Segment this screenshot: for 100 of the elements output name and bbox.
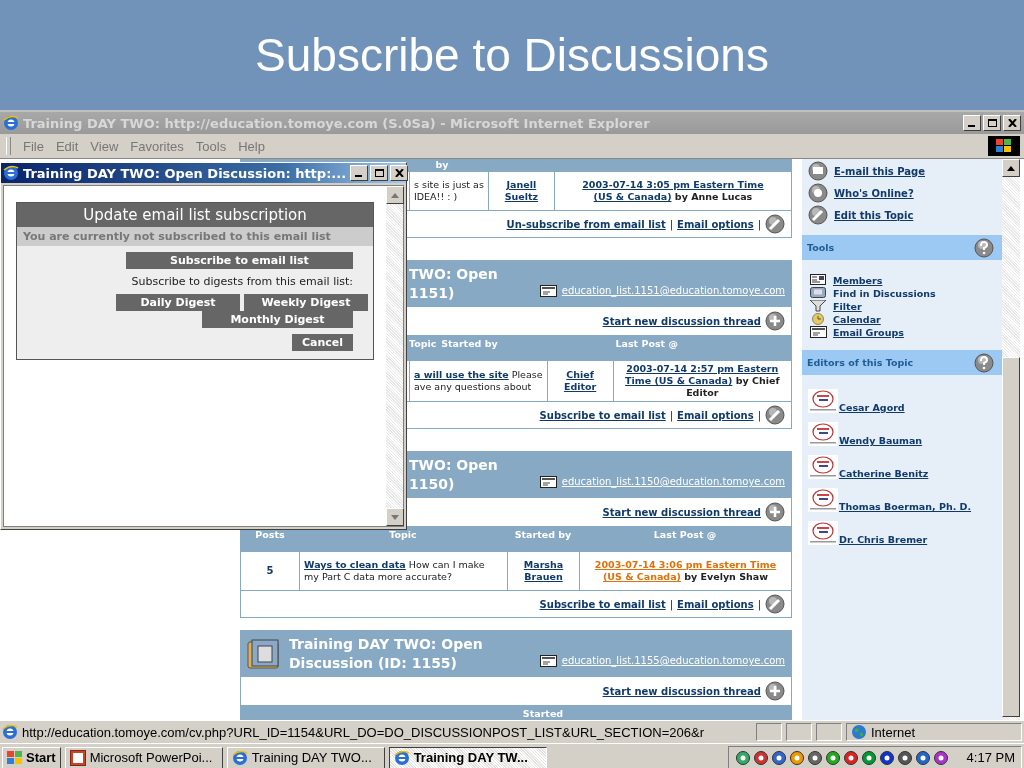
editor-logo (808, 455, 838, 479)
last-post-link[interactable]: 2003-07-14 3:05 pm Eastern Time (582, 179, 764, 190)
scrollbar[interactable] (1002, 159, 1020, 720)
topic-text: ave any questions about (414, 381, 532, 392)
topic-link[interactable]: a will use the site (414, 369, 509, 380)
editor-link[interactable]: Dr. Chris Bremer (839, 534, 928, 545)
tray-icon[interactable] (860, 749, 877, 766)
sidebar-link[interactable]: E-mail this Page (834, 165, 925, 177)
author-link[interactable]: Marsha Brauen (512, 559, 575, 583)
tray-icon[interactable] (788, 749, 805, 766)
last-post-author: by Chief (735, 375, 780, 386)
digest-button[interactable]: Weekly Digest (244, 294, 368, 311)
window-title: Training DAY TWO: http://education.tomoye.com (S.0Sa) - Microsoft Internet Explorer (23, 115, 651, 131)
minimize-button[interactable] (350, 165, 369, 181)
envelope-icon[interactable] (810, 326, 827, 338)
pencil-icon[interactable] (808, 205, 828, 225)
digest-button[interactable]: Monthly Digest (202, 311, 353, 328)
last-post-link[interactable]: 2003-07-14 2:57 pm Eastern (626, 363, 779, 374)
funnel-icon[interactable] (810, 300, 827, 312)
tray-icon[interactable] (932, 749, 949, 766)
pencil-icon[interactable] (765, 405, 785, 425)
tray-icon[interactable] (842, 749, 859, 766)
discussion-title: Training DAY TWO: Open Discussion (ID: 1155) (289, 634, 484, 673)
close-button[interactable] (1003, 115, 1021, 131)
editor-link[interactable]: Thomas Boerman, Ph. D. (839, 501, 972, 512)
envelope-icon (539, 284, 557, 297)
tray-icon[interactable] (878, 749, 895, 766)
editor-link[interactable]: Cesar Agord (839, 402, 905, 413)
tray-icon[interactable] (896, 749, 913, 766)
tool-link[interactable]: Filter (833, 300, 862, 312)
tray-icon[interactable] (734, 749, 751, 766)
start-button[interactable]: Start (2, 746, 61, 768)
digest-prompt: Subscribe to digests from this email list: (131, 275, 353, 288)
email-action-link[interactable]: Email options (677, 598, 754, 610)
subscription-status: You are currently not subscribed to this email list (17, 227, 373, 246)
maximize-icon (987, 119, 997, 127)
tool-link[interactable]: Email Groups (833, 326, 904, 338)
topic-text: How can I make (408, 559, 485, 570)
sidebar-link[interactable]: Edit this Topic (834, 209, 914, 221)
start-thread-link[interactable]: Start new discussion thread (602, 506, 761, 518)
email-action-link[interactable]: Email options (677, 409, 754, 421)
help-icon[interactable] (974, 352, 994, 373)
minimize-button[interactable] (963, 115, 981, 131)
topic-text: IDEA!! : ) (414, 191, 458, 202)
topic-link[interactable]: Ways to clean data (304, 559, 406, 570)
maximize-button[interactable] (370, 165, 389, 181)
tool-label[interactable]: Find in Discussions (833, 287, 936, 299)
author-link[interactable]: Chief Editor (551, 369, 609, 393)
start-thread-link[interactable]: Start new discussion thread (602, 685, 761, 697)
tool-link[interactable]: Calendar (833, 313, 881, 325)
tray-icon[interactable] (752, 749, 769, 766)
last-post-link[interactable]: Time (US & Canada) (625, 375, 733, 386)
popup-title: Training DAY TWO: Open Discussion: http:... (23, 165, 347, 181)
taskbar-button[interactable]: Training DAY TW... (388, 746, 547, 768)
digest-button[interactable]: Daily Digest (116, 294, 240, 311)
status-pane (816, 723, 842, 741)
browser-icon (3, 165, 19, 181)
monitor-icon[interactable] (810, 287, 827, 299)
author-link[interactable]: Janell Sueltz (492, 179, 550, 203)
tray-icon[interactable] (770, 749, 787, 766)
email-action-link[interactable]: Email options (677, 218, 754, 230)
tray-icon[interactable] (806, 749, 823, 766)
start-thread-link[interactable]: Start new discussion thread (602, 315, 761, 327)
close-button[interactable] (390, 165, 409, 181)
sidebar-link[interactable]: Who's Online? (834, 187, 914, 199)
tray-icon[interactable] (824, 749, 841, 766)
close-icon (394, 169, 404, 177)
taskbar-button[interactable]: Microsoft PowerPoi... (64, 746, 223, 768)
help-icon[interactable] (974, 237, 994, 258)
scroll-up-icon[interactable] (1007, 165, 1015, 171)
members-icon[interactable] (810, 274, 827, 286)
editor-link[interactable]: Wendy Bauman (839, 435, 923, 446)
last-post-link[interactable]: (US & Canada) (593, 191, 672, 202)
email-action-link[interactable]: Subscribe to email list (539, 598, 666, 610)
editor-logo (808, 521, 838, 545)
email-action-link[interactable]: Subscribe to email list (539, 409, 666, 421)
editor-link[interactable]: Catherine Benitz (839, 468, 929, 479)
scroll-thumb[interactable] (1002, 357, 1020, 717)
pencil-icon[interactable] (765, 214, 785, 234)
tool-link[interactable]: Members (833, 274, 883, 286)
mail-icon[interactable] (808, 161, 828, 181)
topic-text: s site is just as (414, 179, 484, 190)
taskbar-button[interactable]: Training DAY TWO... (226, 746, 385, 768)
scroll-down-icon[interactable] (391, 514, 399, 520)
pencil-icon[interactable] (765, 594, 785, 614)
panel-title: Tools (807, 242, 835, 253)
clock: 4:17 PM (966, 750, 1015, 765)
plus-icon[interactable] (765, 681, 785, 701)
cancel-button[interactable]: Cancel (291, 334, 353, 351)
scrollbar[interactable] (386, 186, 403, 526)
column-header: Topic (388, 529, 418, 541)
plus-icon[interactable] (765, 502, 785, 522)
subscribe-button[interactable]: Subscribe to email list (126, 252, 353, 269)
maximize-button[interactable] (983, 115, 1001, 131)
plus-icon[interactable] (765, 311, 785, 331)
tray-icon[interactable] (914, 749, 931, 766)
email-action-link[interactable]: Un-subscribe from email list (506, 218, 666, 230)
editor-logo (808, 488, 838, 512)
separator: | (669, 218, 674, 230)
separator: | (757, 598, 761, 610)
